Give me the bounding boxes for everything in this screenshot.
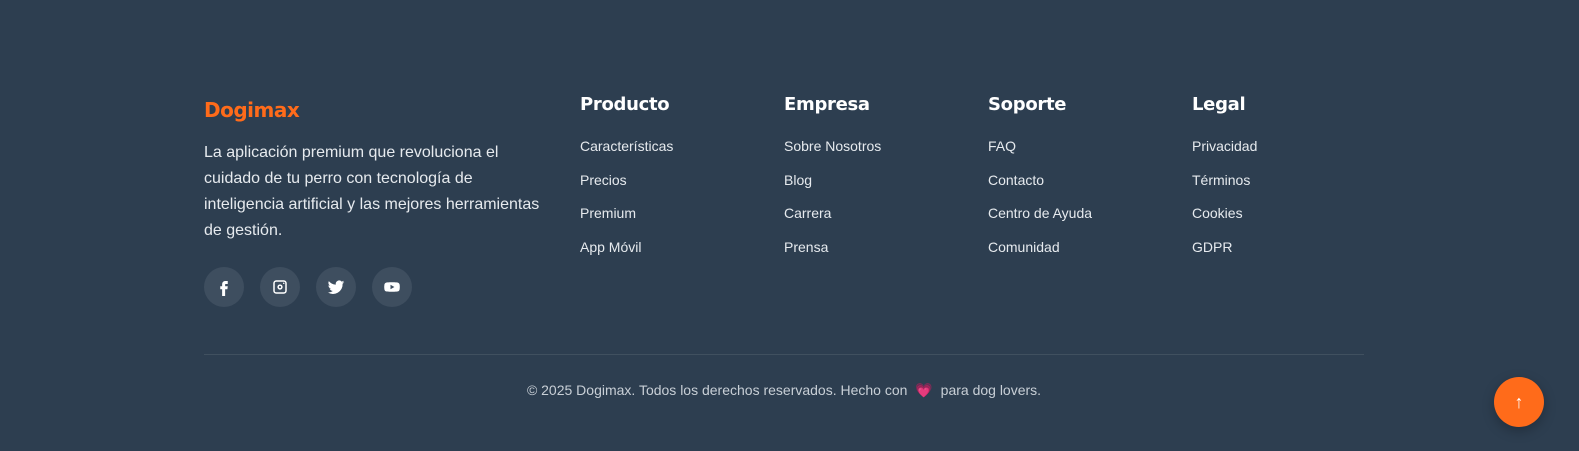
footer-link[interactable]: Premium	[580, 204, 673, 222]
brand-description: La aplicación premium que revoluciona el…	[204, 144, 540, 239]
column-title: Empresa	[784, 94, 870, 115]
footer-inner: Dogimax La aplicación premium que revolu…	[204, 0, 1372, 451]
logo[interactable]: Dogimax	[204, 96, 554, 124]
footer-link[interactable]: Blog	[784, 171, 881, 189]
footer-link[interactable]: Características	[580, 137, 673, 155]
footer-link[interactable]: Centro de Ayuda	[988, 204, 1092, 222]
footer-column-empresa: Empresa Sobre Nosotros Blog Carrera Pren…	[784, 93, 881, 271]
instagram-icon	[273, 280, 287, 294]
footer-link[interactable]: FAQ	[988, 137, 1092, 155]
footer-link[interactable]: Carrera	[784, 204, 881, 222]
column-title: Producto	[580, 94, 670, 115]
facebook-icon	[220, 281, 228, 296]
footer-divider	[204, 354, 1364, 355]
heart-icon: 💗	[915, 382, 933, 398]
footer-link[interactable]: Contacto	[988, 171, 1092, 189]
copyright-text: © 2025 Dogimax. Todos los derechos reser…	[204, 381, 1364, 399]
footer: Dogimax La aplicación premium que revolu…	[0, 0, 1579, 451]
footer-link[interactable]: Términos	[1192, 171, 1257, 189]
facebook-button[interactable]	[204, 267, 244, 307]
brand-column: Dogimax La aplicación premium que revolu…	[204, 96, 554, 244]
footer-link[interactable]: App Móvil	[580, 238, 673, 256]
footer-link[interactable]: Sobre Nosotros	[784, 137, 881, 155]
footer-link[interactable]: Prensa	[784, 238, 881, 256]
arrow-up-icon: ↑	[1514, 391, 1524, 412]
social-links	[204, 267, 412, 307]
footer-link[interactable]: Cookies	[1192, 204, 1257, 222]
copyright-after: para dog lovers.	[940, 382, 1042, 398]
youtube-button[interactable]	[372, 267, 412, 307]
column-title: Legal	[1192, 94, 1246, 115]
footer-link[interactable]: Comunidad	[988, 238, 1092, 256]
footer-column-producto: Producto Características Precios Premium…	[580, 93, 673, 271]
twitter-icon	[327, 280, 345, 294]
footer-link[interactable]: Privacidad	[1192, 137, 1257, 155]
instagram-button[interactable]	[260, 267, 300, 307]
footer-link[interactable]: GDPR	[1192, 238, 1257, 256]
copyright-before: © 2025 Dogimax. Todos los derechos reser…	[526, 382, 908, 398]
footer-link[interactable]: Precios	[580, 171, 673, 189]
footer-column-legal: Legal Privacidad Términos Cookies GDPR	[1192, 93, 1257, 271]
scroll-to-top-button[interactable]: ↑	[1494, 377, 1544, 427]
youtube-icon	[384, 282, 400, 292]
footer-column-soporte: Soporte FAQ Contacto Centro de Ayuda Com…	[988, 93, 1092, 271]
column-title: Soporte	[988, 94, 1067, 115]
twitter-button[interactable]	[316, 267, 356, 307]
